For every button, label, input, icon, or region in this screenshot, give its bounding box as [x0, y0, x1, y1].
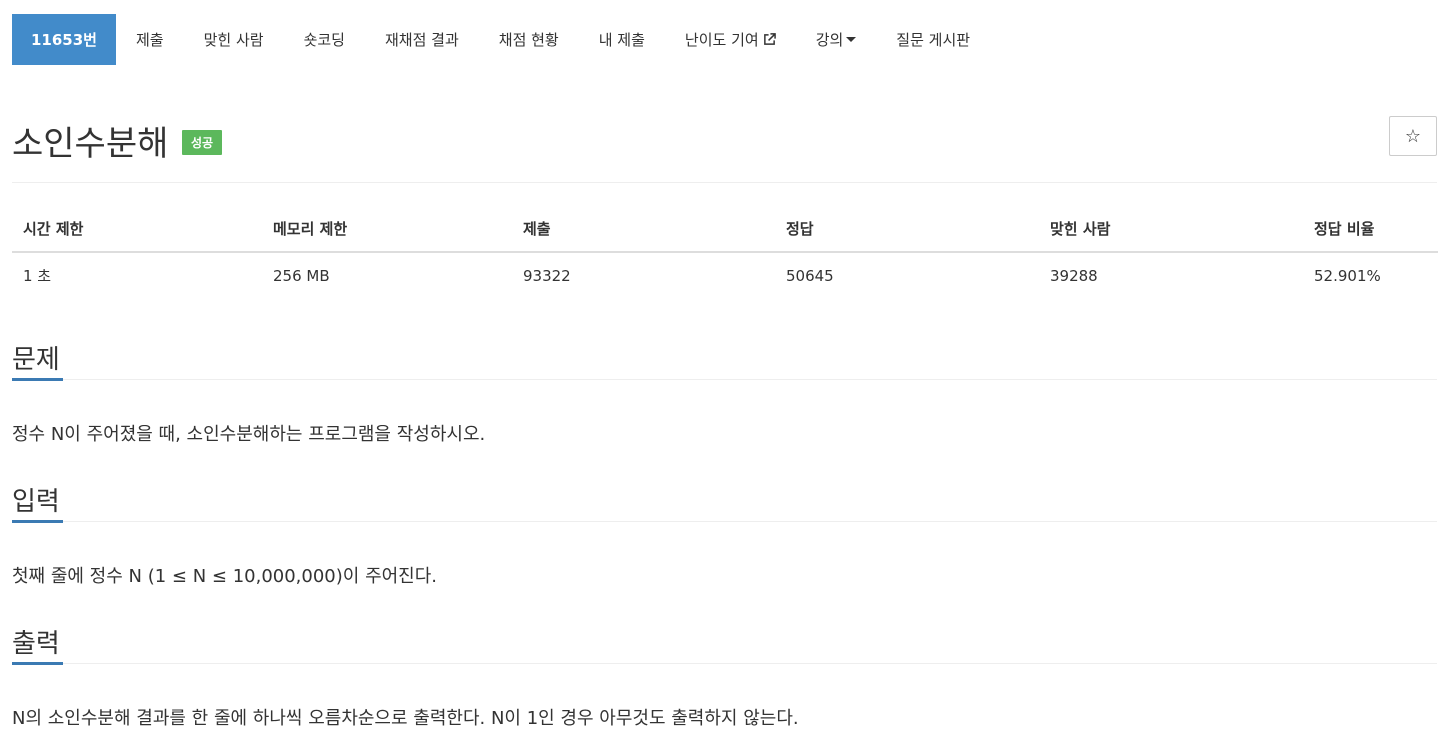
tab-short-coding[interactable]: 숏코딩: [284, 14, 365, 65]
accept-ratio-value: 52.901%: [1314, 266, 1381, 285]
tab-rejudge-results[interactable]: 재채점 결과: [365, 14, 479, 65]
problem-header: 소인수분해 성공 ☆: [12, 112, 1437, 183]
status-badge: 성공: [182, 130, 223, 155]
section-underline: [12, 520, 63, 523]
submissions-value: 93322: [523, 266, 571, 285]
tab-difficulty-label: 난이도 기여: [684, 31, 759, 49]
header-accept-ratio: 정답 비율: [1303, 208, 1438, 253]
accepted-value: 50645: [786, 266, 834, 285]
section-output-heading: 출력: [12, 623, 1437, 665]
tab-problem-number[interactable]: 11653번: [12, 14, 116, 65]
header-submissions: 제출: [512, 208, 775, 253]
time-limit-value: 1 초: [23, 267, 52, 285]
input-description: 첫째 줄에 정수 N (1 ≤ N ≤ 10,000,000)이 주어진다.: [12, 566, 438, 587]
header-memory-limit: 메모리 제한: [262, 208, 512, 253]
tab-lectures-label: 강의: [815, 31, 844, 49]
section-underline: [12, 662, 63, 665]
tab-lectures-dropdown[interactable]: 강의: [796, 14, 877, 65]
page-title: 소인수분해: [12, 124, 169, 164]
caret-down-icon: [846, 37, 857, 42]
header-solvers: 맞힌 사람: [1039, 208, 1303, 253]
tab-judge-status[interactable]: 채점 현황: [479, 14, 579, 65]
tab-qna-board[interactable]: 질문 게시판: [876, 14, 990, 65]
tab-my-submissions[interactable]: 내 제출: [579, 14, 665, 65]
section-input-heading: 입력: [12, 481, 1437, 523]
header-time-limit: 시간 제한: [12, 208, 262, 253]
problem-description: 정수 N이 주어졌을 때, 소인수분해하는 프로그램을 작성하시오.: [12, 424, 486, 445]
solvers-value: 39288: [1050, 266, 1098, 285]
favorite-button[interactable]: ☆: [1389, 116, 1437, 156]
section-underline: [12, 378, 63, 381]
table-row: 1 초 256 MB 93322 50645 39288 52.901%: [12, 252, 1438, 296]
memory-limit-value: 256 MB: [273, 266, 330, 285]
header-accepted: 정답: [775, 208, 1039, 253]
tab-difficulty-contribution[interactable]: 난이도 기여: [665, 14, 796, 65]
table-header-row: 시간 제한 메모리 제한 제출 정답 맞힌 사람 정답 비율: [12, 208, 1438, 253]
section-title: 문제: [12, 345, 60, 375]
tab-submit[interactable]: 제출: [116, 14, 184, 65]
section-title: 입력: [12, 487, 60, 517]
tab-solvers[interactable]: 맞힌 사람: [184, 14, 284, 65]
external-link-icon: [763, 33, 776, 45]
star-icon: ☆: [1404, 125, 1422, 147]
problem-nav: 11653번 제출 맞힌 사람 숏코딩 재채점 결과 채점 현황 내 제출 난이…: [12, 14, 990, 65]
problem-info-table: 시간 제한 메모리 제한 제출 정답 맞힌 사람 정답 비율 1 초 256 M…: [12, 208, 1438, 296]
output-description: N의 소인수분해 결과를 한 줄에 하나씩 오름차순으로 출력한다. N이 1인…: [12, 708, 799, 729]
section-title: 출력: [12, 629, 60, 659]
section-problem-heading: 문제: [12, 339, 1437, 381]
